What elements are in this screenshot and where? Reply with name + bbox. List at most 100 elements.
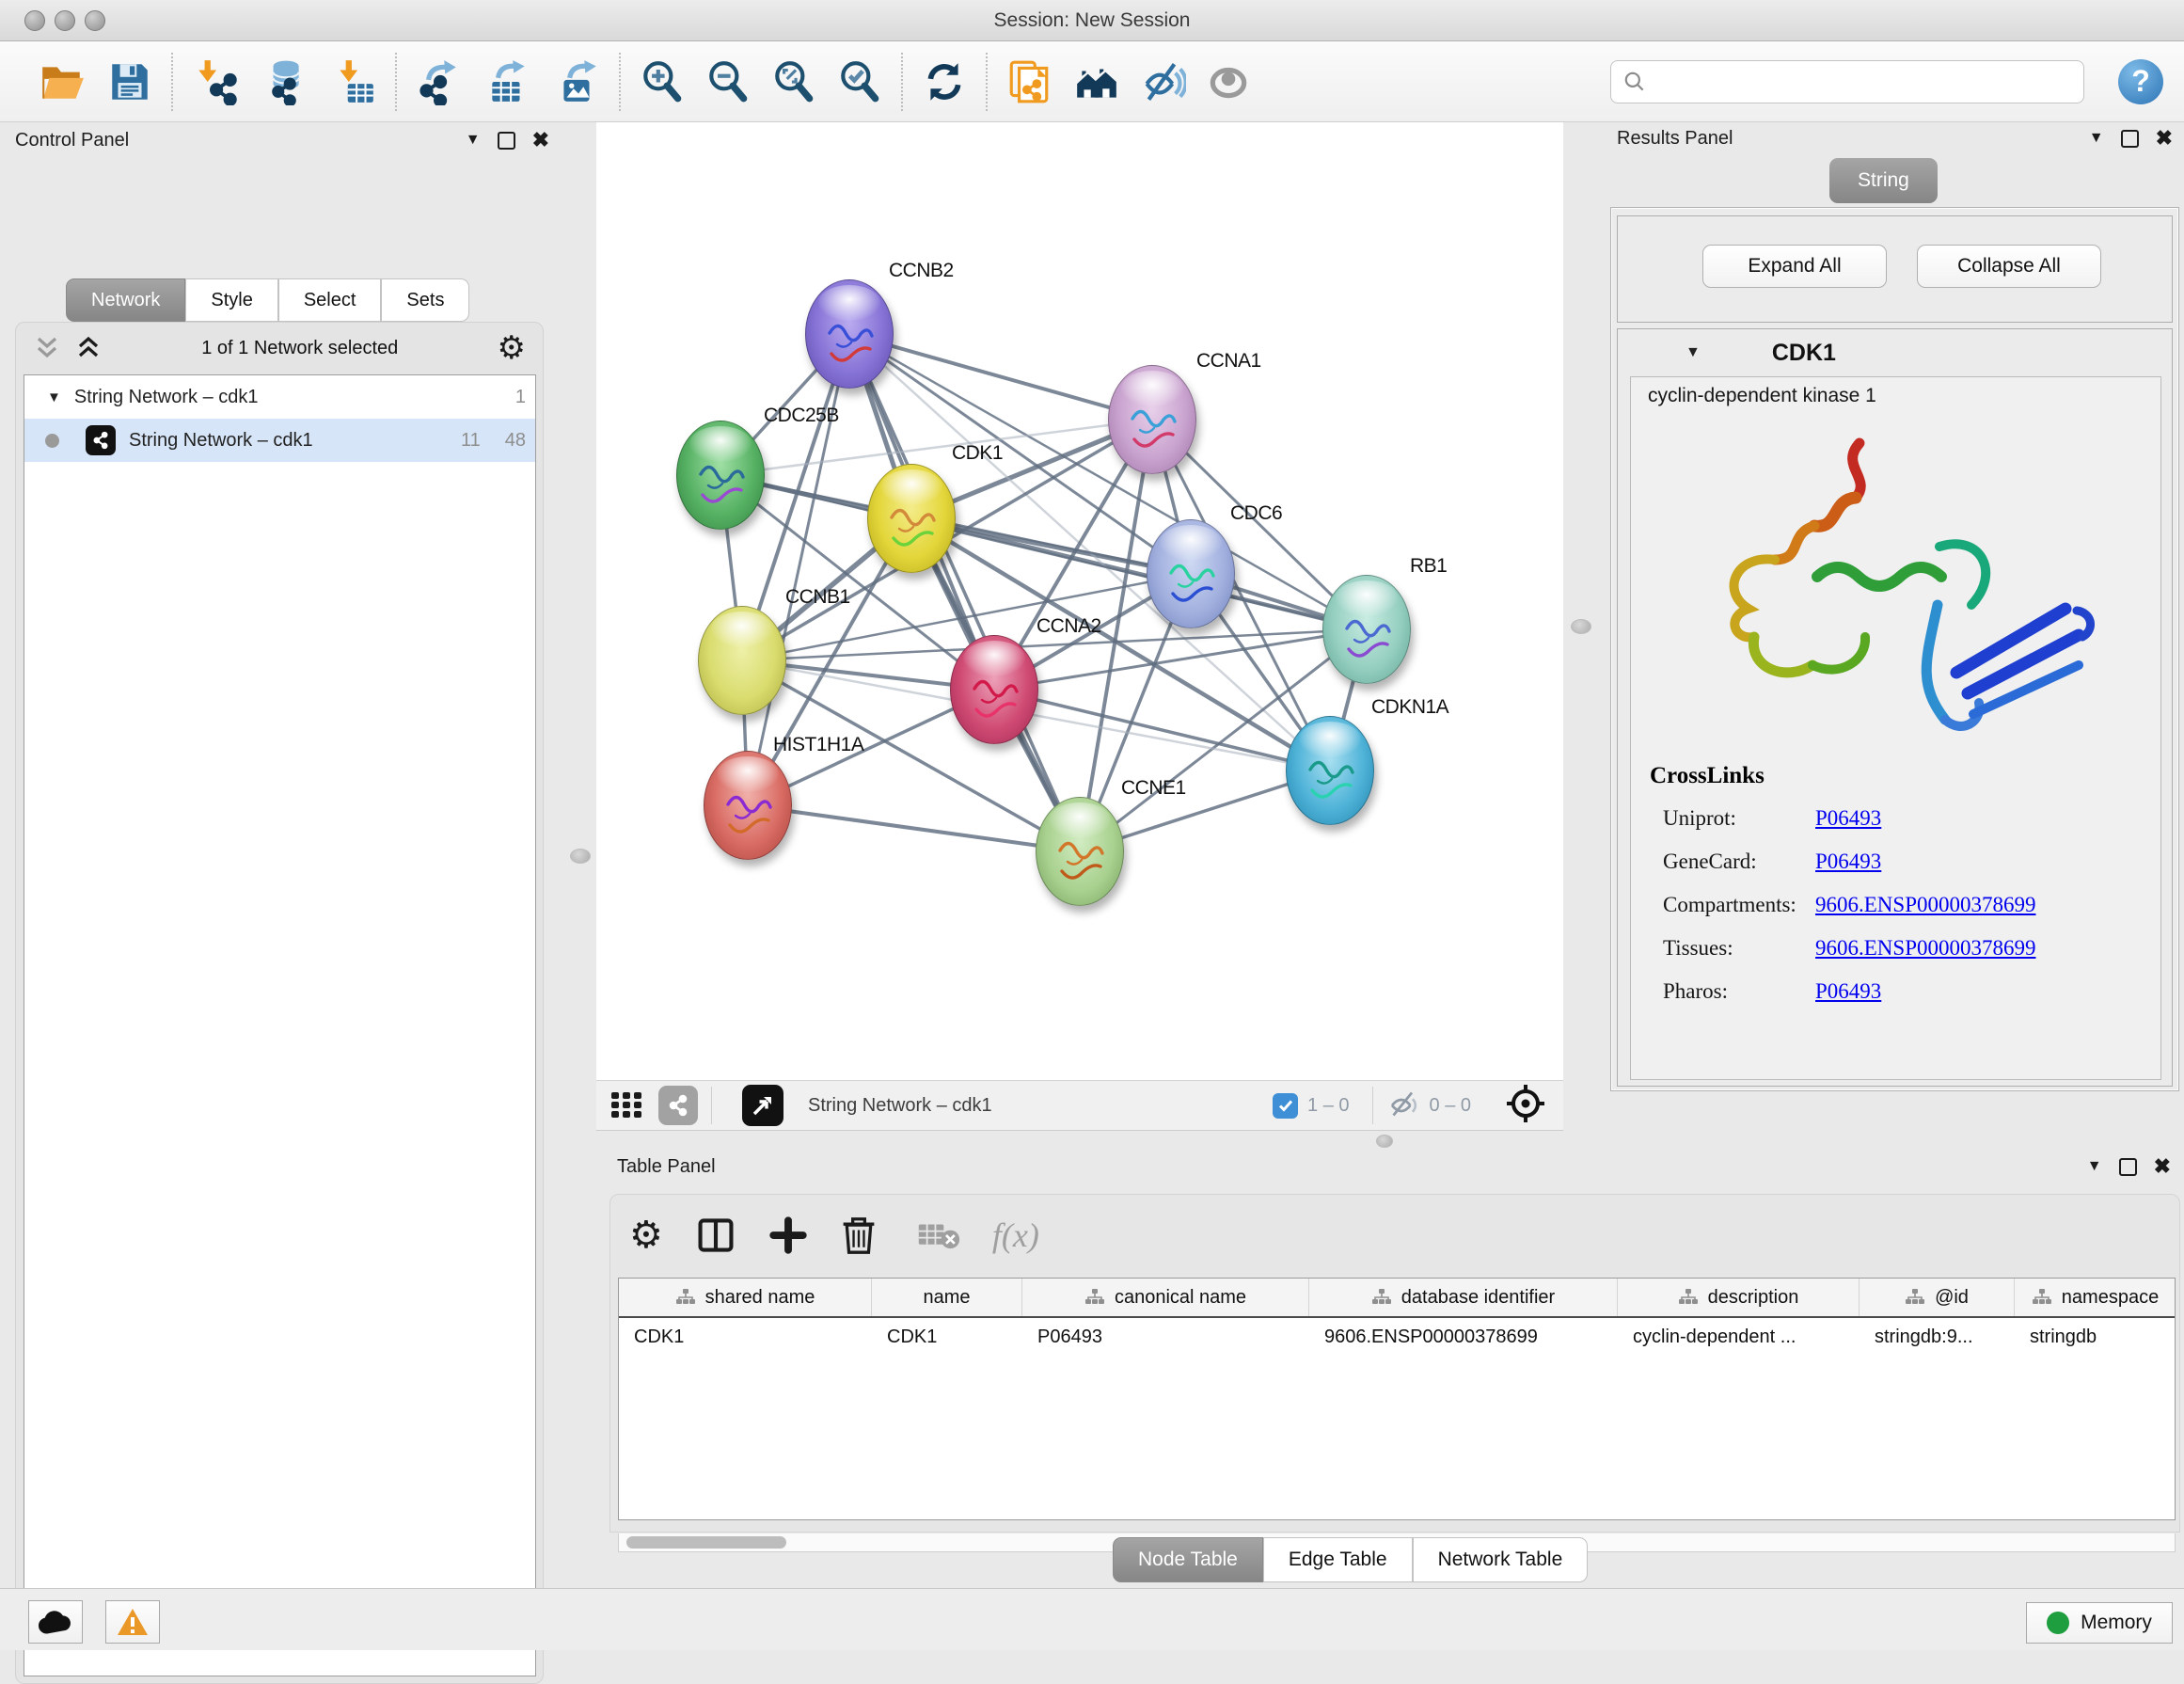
search-input[interactable] [1647, 71, 2072, 92]
zoom-fit-button[interactable] [768, 54, 820, 110]
table-row[interactable]: CDK1CDK1P064939606.ENSP00000378699cyclin… [619, 1318, 2175, 1356]
memory-button[interactable]: Memory [2026, 1602, 2173, 1644]
tab-select[interactable]: Select [278, 278, 382, 322]
add-column-icon[interactable] [768, 1215, 808, 1255]
save-session-button[interactable] [103, 54, 156, 110]
float-panel-icon[interactable] [498, 132, 515, 150]
node-HIST1H1A[interactable] [704, 751, 792, 860]
zoom-selected-button[interactable] [833, 54, 886, 110]
export-network-button[interactable] [412, 54, 465, 110]
column-header-namespace[interactable]: namespace [2015, 1279, 2176, 1316]
import-network-database-button[interactable] [258, 54, 310, 110]
node-CCNE1[interactable] [1036, 797, 1124, 906]
crosslink-link[interactable]: P06493 [1815, 979, 1881, 1023]
node-CCNB1[interactable] [698, 606, 786, 715]
crosslink-link[interactable]: 9606.ENSP00000378699 [1815, 893, 2036, 936]
tab-network[interactable]: Network [66, 278, 185, 322]
node-CCNA2[interactable] [950, 635, 1038, 744]
collection-expander-icon[interactable]: ▼ [47, 389, 61, 405]
node-CCNB2[interactable] [805, 279, 894, 389]
node-CCNA1[interactable] [1108, 365, 1196, 474]
float-panel-icon[interactable] [2119, 1158, 2137, 1176]
birds-eye-view-icon[interactable] [742, 1085, 783, 1126]
crosslink-link[interactable]: P06493 [1815, 850, 1881, 893]
tab-edge-table[interactable]: Edge Table [1263, 1537, 1413, 1582]
gene-name: CDK1 [1772, 340, 1836, 367]
close-panel-icon[interactable]: ✖ [2156, 126, 2173, 151]
delete-column-icon[interactable] [840, 1215, 878, 1256]
tab-style[interactable]: Style [185, 278, 277, 322]
cloud-status-button[interactable] [28, 1600, 83, 1644]
expand-all-button[interactable]: Expand All [1702, 245, 1887, 288]
edge-HIST1H1A-CCNE1[interactable] [748, 805, 1080, 851]
expand-all-icon[interactable] [74, 336, 103, 360]
float-panel-icon[interactable] [2121, 130, 2139, 148]
crosslink-row: Pharos:P06493 [1663, 979, 2152, 1023]
center-view-icon[interactable] [1505, 1083, 1546, 1129]
collapse-panel-icon[interactable]: ▼ [2089, 130, 2104, 147]
open-session-button[interactable] [36, 54, 88, 110]
column-header-name[interactable]: name [872, 1279, 1022, 1316]
column-sort-icon [1084, 1288, 1105, 1307]
left-splitter-handle[interactable] [570, 849, 591, 864]
zoom-in-button[interactable] [636, 54, 688, 110]
table-hscrollbar-thumb[interactable] [626, 1536, 786, 1549]
search-field[interactable] [1610, 60, 2084, 103]
tab-node-table[interactable]: Node Table [1113, 1537, 1263, 1582]
network-share-icon[interactable] [658, 1086, 698, 1125]
column-header--id[interactable]: @id [1860, 1279, 2015, 1316]
crosslink-link[interactable]: 9606.ENSP00000378699 [1815, 936, 2036, 979]
node-label-CDC6: CDC6 [1230, 502, 1282, 525]
node-label-CCNA1: CCNA1 [1196, 350, 1261, 373]
tab-network-table[interactable]: Network Table [1413, 1537, 1589, 1582]
node-CDC6[interactable] [1147, 519, 1235, 628]
help-button[interactable]: ? [2118, 59, 2163, 104]
column-header-database-identifier[interactable]: database identifier [1309, 1279, 1618, 1316]
collapse-all-button[interactable]: Collapse All [1917, 245, 2101, 288]
edge-CCNB2-CCNE1[interactable] [849, 334, 1080, 851]
string-import-button[interactable] [1003, 54, 1055, 110]
warnings-button[interactable] [105, 1600, 160, 1644]
column-header-canonical-name[interactable]: canonical name [1022, 1279, 1309, 1316]
results-tab-string[interactable]: String [1829, 158, 1938, 203]
node-CDK1[interactable] [867, 464, 956, 573]
column-sort-icon [1678, 1288, 1699, 1307]
node-CDKN1A[interactable] [1286, 716, 1374, 825]
string-home-button[interactable] [1070, 54, 1123, 110]
show-columns-icon[interactable] [695, 1215, 736, 1255]
selected-checkbox-icon[interactable] [1273, 1093, 1298, 1119]
column-header-description[interactable]: description [1618, 1279, 1860, 1316]
gene-expander-icon[interactable]: ▼ [1685, 344, 1701, 361]
network-edge-count: 48 [505, 430, 526, 452]
collapse-all-icon[interactable] [33, 336, 61, 360]
network-canvas[interactable]: CCNB2 CCNA1 CDC25B CDK1 CDC6 RB1CCNB1 CC… [596, 122, 1563, 1080]
network-collection-row[interactable]: ▼ String Network – cdk1 1 [24, 375, 535, 419]
tab-sets[interactable]: Sets [381, 278, 469, 322]
import-network-file-button[interactable] [188, 54, 241, 110]
node-RB1[interactable] [1322, 575, 1411, 684]
node-CDC25B[interactable] [676, 421, 765, 530]
export-network-icon [415, 58, 462, 105]
column-sort-icon [675, 1288, 696, 1307]
export-table-button[interactable] [482, 54, 534, 110]
zoom-out-icon [704, 58, 752, 105]
collapse-panel-icon[interactable]: ▼ [2087, 1158, 2102, 1175]
hide-graphics-button[interactable] [1136, 54, 1189, 110]
crosslink-link[interactable]: P06493 [1815, 806, 1881, 850]
column-header-shared-name[interactable]: shared name [619, 1279, 872, 1316]
grid-view-icon[interactable] [608, 1087, 645, 1124]
export-image-button[interactable] [551, 54, 604, 110]
show-graphics-button[interactable] [1202, 54, 1255, 110]
network-options-gear-icon[interactable]: ⚙ [498, 332, 526, 364]
right-splitter-handle[interactable] [1571, 619, 1591, 634]
close-panel-icon[interactable]: ✖ [532, 128, 549, 152]
control-panel-title: Control Panel [15, 130, 129, 151]
refresh-button[interactable] [918, 54, 971, 110]
collapse-panel-icon[interactable]: ▼ [466, 132, 481, 149]
table-options-gear-icon[interactable]: ⚙ [629, 1216, 663, 1254]
zoom-out-button[interactable] [702, 54, 754, 110]
close-panel-icon[interactable]: ✖ [2154, 1154, 2171, 1179]
gene-header-row[interactable]: ▼ CDK1 [1618, 329, 2172, 376]
import-table-file-button[interactable] [327, 54, 380, 110]
network-row[interactable]: String Network – cdk1 11 48 [24, 419, 535, 462]
